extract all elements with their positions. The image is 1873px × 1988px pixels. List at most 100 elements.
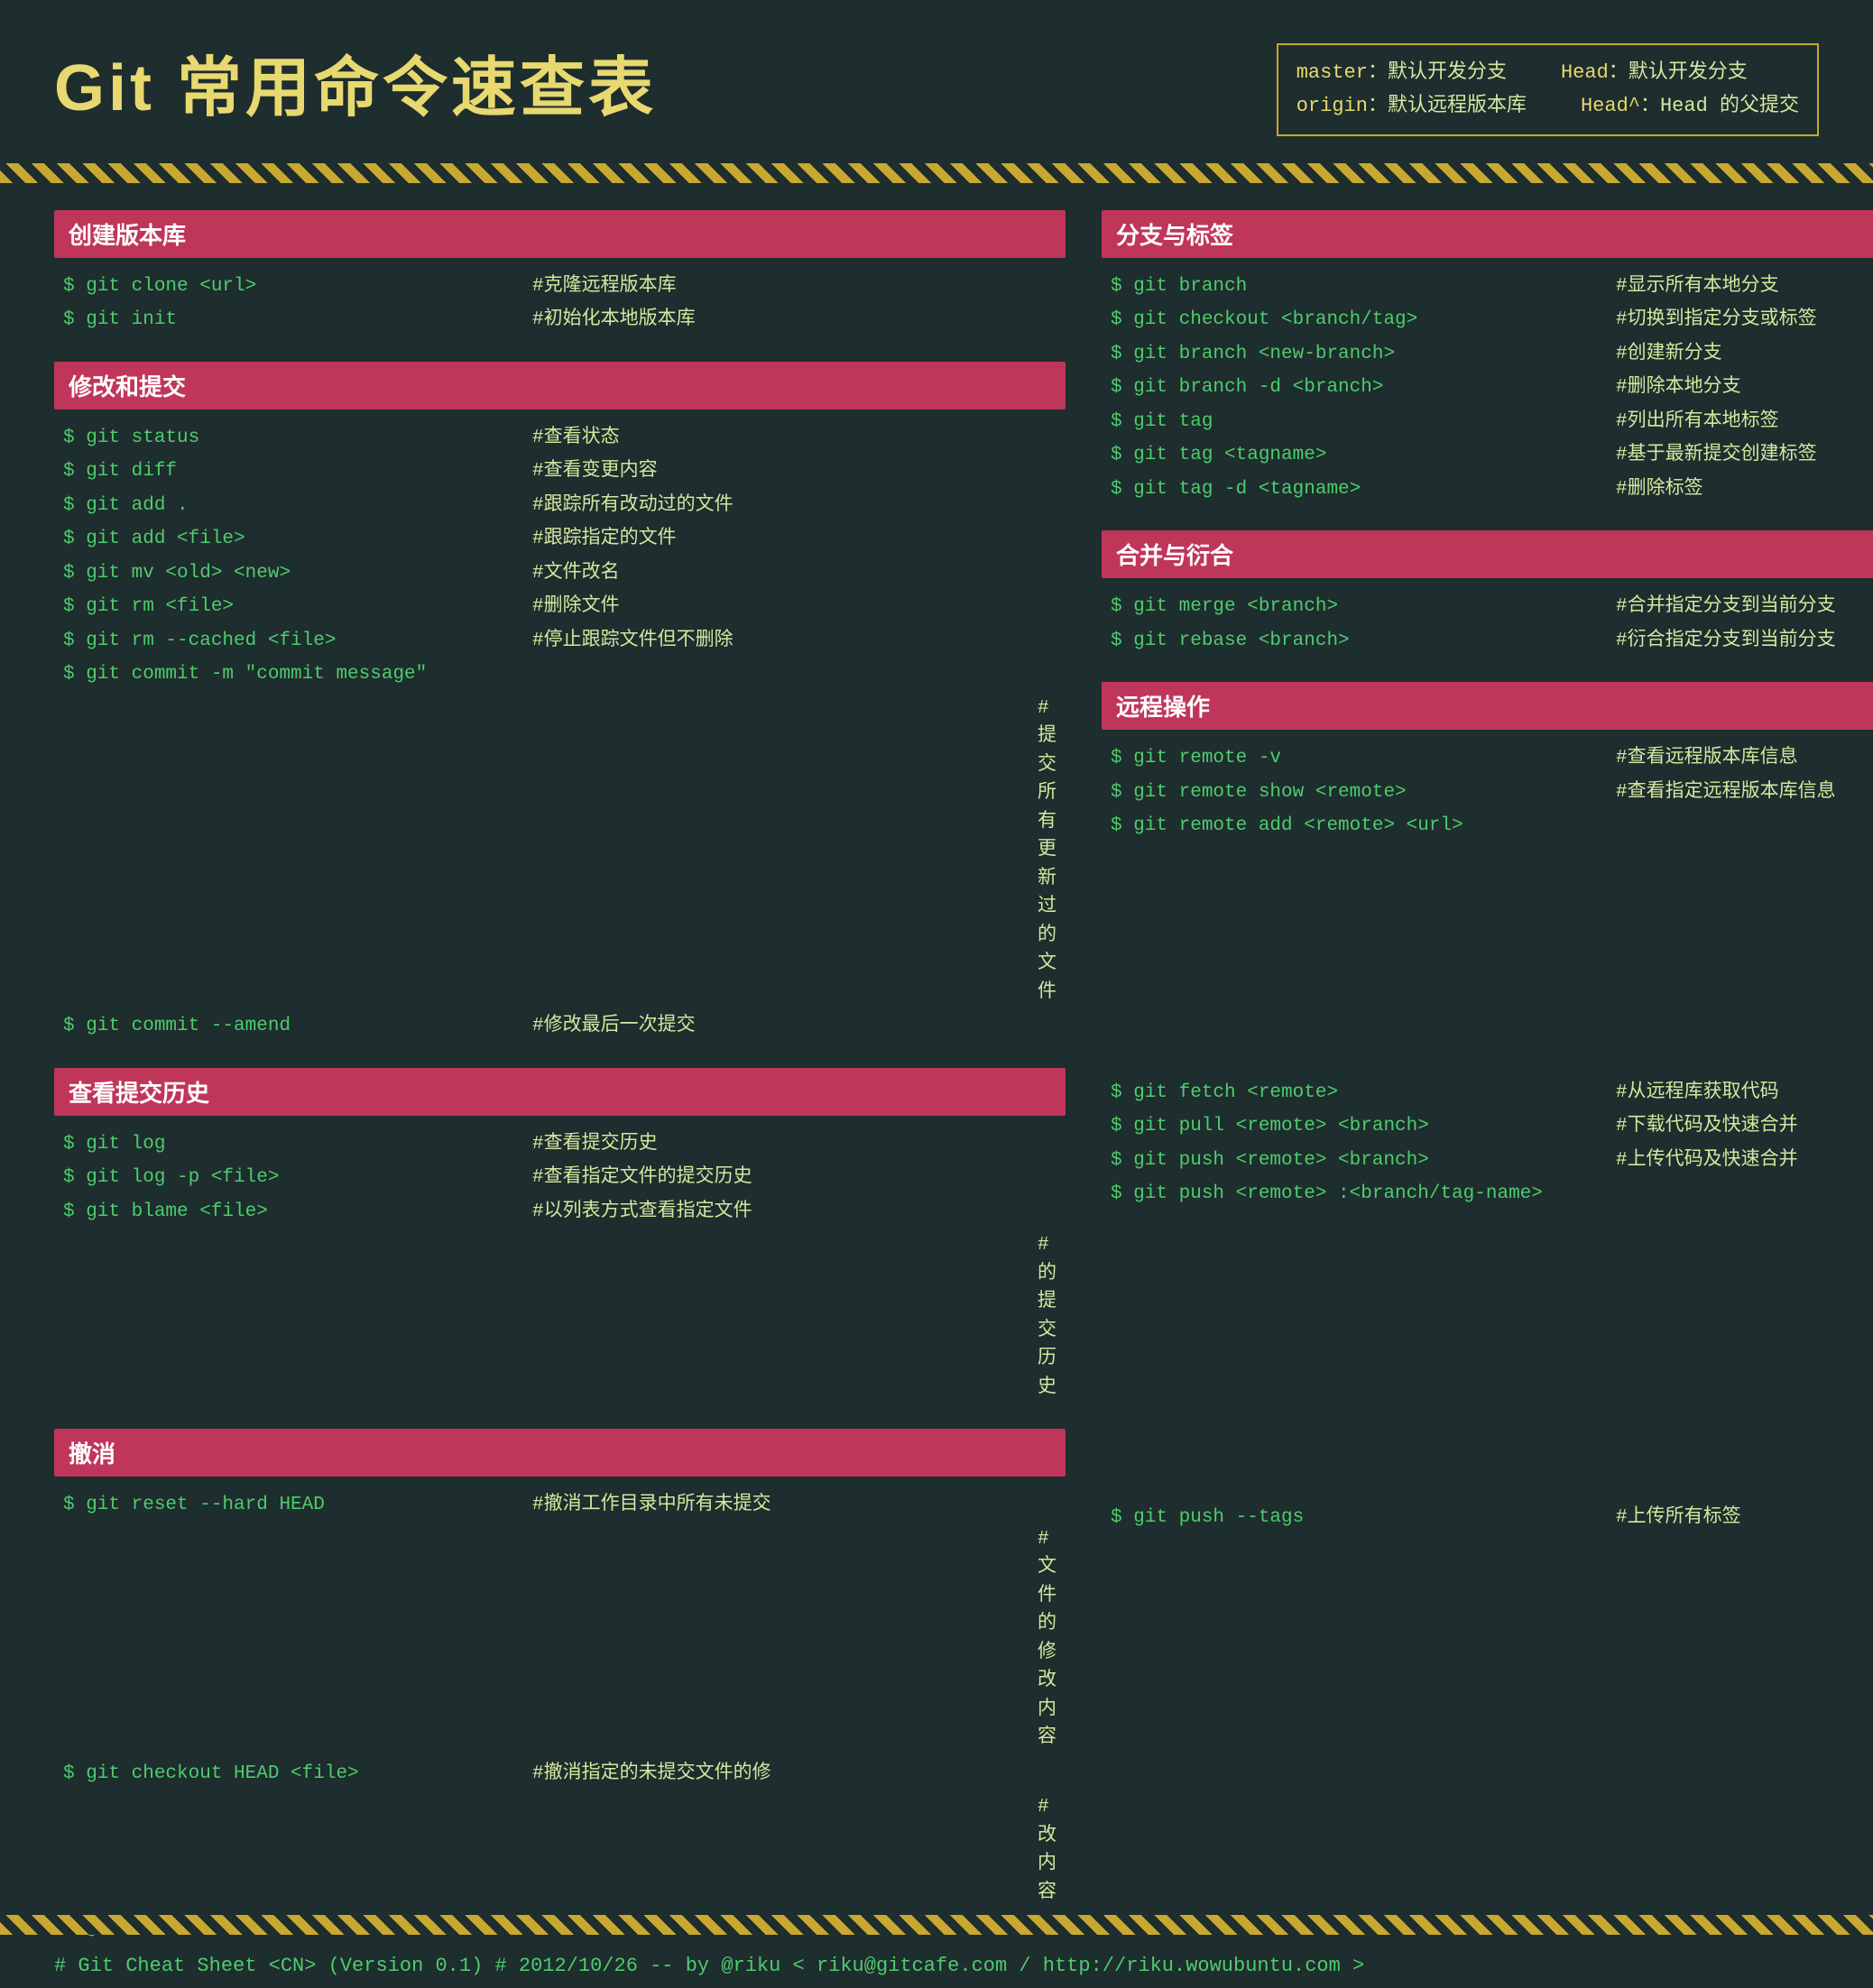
cmd-clone: $ git clone <url> #克隆远程版本库 [63, 272, 1056, 301]
legend-row-2: origin：默认远程版本库 Head^：Head 的父提交 [1296, 89, 1799, 123]
cmd-push-del-cont-spacer [1111, 1214, 1616, 1498]
cmd-reset-text: $ git reset --hard HEAD [63, 1491, 532, 1520]
top-stripe-divider [0, 163, 1873, 183]
cmd-add-file: $ git add <file> #跟踪指定的文件 [63, 525, 1056, 554]
cmd-pull-text: $ git pull <remote> <branch> [1111, 1112, 1616, 1141]
cmd-push-tags-comment: #上传所有标签 [1616, 1504, 1741, 1532]
section-branch-header: 分支与标签 [1102, 210, 1873, 258]
cmd-pull: $ git pull <remote> <branch> #下载代码及快速合并 [1111, 1112, 1873, 1141]
cmd-checkout-branch-text: $ git checkout <branch/tag> [1111, 306, 1616, 335]
cmd-remote-v-comment: #查看远程版本库信息 [1616, 744, 1798, 773]
cmd-branch-comment: #显示所有本地分支 [1616, 272, 1779, 301]
cmd-reset-cont-spacer [63, 1525, 532, 1753]
cmd-checkout-head-comment: #撤消指定的未提交文件的修 [532, 1760, 771, 1789]
section-branch: 分支与标签 $ git branch #显示所有本地分支 $ git check… [1102, 210, 1873, 504]
cmd-commit-m-comment-spacer [63, 695, 532, 1008]
section-branch-content: $ git branch #显示所有本地分支 $ git checkout <b… [1102, 272, 1873, 504]
cmd-init-comment: #初始化本地版本库 [532, 306, 696, 335]
section-modify-header: 修改和提交 [54, 362, 1066, 410]
cmd-tag-name-text: $ git tag <tagname> [1111, 441, 1616, 470]
cmd-rm-cached-text: $ git rm --cached <file> [63, 627, 532, 656]
cmd-checkout-head-text: $ git checkout HEAD <file> [63, 1760, 532, 1789]
right-column: 分支与标签 $ git branch #显示所有本地分支 $ git check… [1084, 210, 1873, 1970]
page-container: Git 常用命令速查表 master：默认开发分支 Head：默认开发分支 or… [0, 0, 1873, 1988]
cmd-clone-comment: #克隆远程版本库 [532, 272, 677, 301]
section-undo-header: 撤消 [54, 1429, 1066, 1477]
cmd-add-file-text: $ git add <file> [63, 525, 532, 554]
cmd-tag-comment: #列出所有本地标签 [1616, 408, 1779, 437]
cmd-mv: $ git mv <old> <new> #文件改名 [63, 559, 1056, 588]
cmd-diff-text: $ git diff [63, 457, 532, 486]
cmd-blame-comment: #以列表方式查看指定文件 [532, 1198, 752, 1227]
cmd-push: $ git push <remote> <branch> #上传代码及快速合并 [1111, 1146, 1873, 1175]
legend-row-1: master：默认开发分支 Head：默认开发分支 [1296, 56, 1799, 89]
cmd-merge-comment: #合并指定分支到当前分支 [1616, 593, 1836, 621]
cmd-remote-show-comment: #查看指定远程版本库信息 [1616, 778, 1836, 807]
cmd-branch-d-comment: #删除本地分支 [1616, 373, 1741, 402]
cmd-reset: $ git reset --hard HEAD #撤消工作目录中所有未提交 [63, 1491, 1056, 1520]
cmd-branch-new: $ git branch <new-branch> #创建新分支 [1111, 340, 1873, 369]
cmd-commit-m-text: $ git commit -m "commit message" [63, 660, 532, 689]
cmd-init-text: $ git init [63, 306, 532, 335]
legend-head-key: Head：默认开发分支 [1561, 56, 1748, 89]
page-title: Git 常用命令速查表 [54, 34, 657, 129]
cmd-commit-amend-comment: #修改最后一次提交 [532, 1012, 696, 1041]
cmd-rebase: $ git rebase <branch> #衍合指定分支到当前分支 [1111, 627, 1873, 656]
cmd-reset-comment: #撤消工作目录中所有未提交 [532, 1491, 771, 1520]
cmd-branch: $ git branch #显示所有本地分支 [1111, 272, 1873, 301]
cmd-checkout-head: $ git checkout HEAD <file> #撤消指定的未提交文件的修 [63, 1760, 1056, 1789]
cmd-commit-m-comment-text: #提交所有更新过的文件 [532, 695, 1056, 1008]
cmd-rm-cached: $ git rm --cached <file> #停止跟踪文件但不删除 [63, 627, 1056, 656]
cmd-log: $ git log #查看提交历史 [63, 1130, 1056, 1159]
cmd-commit-amend-text: $ git commit --amend [63, 1012, 532, 1041]
cmd-commit-m: $ git commit -m "commit message" [63, 660, 1056, 689]
section-create: 创建版本库 $ git clone <url> #克隆远程版本库 $ git i… [54, 210, 1066, 335]
cmd-mv-comment: #文件改名 [532, 559, 620, 588]
section-modify-content: $ git status #查看状态 $ git diff #查看变更内容 $ … [54, 424, 1066, 1041]
cmd-log-p-comment: #查看指定文件的提交历史 [532, 1164, 752, 1192]
cmd-diff: $ git diff #查看变更内容 [63, 457, 1056, 486]
cmd-tag-d-comment: #删除标签 [1616, 475, 1703, 504]
cmd-tag-name: $ git tag <tagname> #基于最新提交创建标签 [1111, 441, 1873, 470]
cmd-remote-add-text: $ git remote add <remote> <url> [1111, 812, 1616, 841]
cmd-branch-d: $ git branch -d <branch> #删除本地分支 [1111, 373, 1873, 402]
cmd-push-del-text: $ git push <remote> :<branch/tag-name> [1111, 1180, 1616, 1209]
cmd-remote-add-cont-comment: #添加远程版本库 [1616, 846, 1873, 1073]
section-create-header: 创建版本库 [54, 210, 1066, 258]
cmd-rm-comment: #删除文件 [532, 593, 620, 621]
cmd-remote-v: $ git remote -v #查看远程版本库信息 [1111, 744, 1873, 773]
section-remote-header: 远程操作 [1102, 682, 1873, 730]
cmd-log-p-text: $ git log -p <file> [63, 1164, 532, 1192]
section-merge: 合并与衍合 $ git merge <branch> #合并指定分支到当前分支 … [1102, 530, 1873, 655]
cmd-checkout-branch: $ git checkout <branch/tag> #切换到指定分支或标签 [1111, 306, 1873, 335]
cmd-checkout-branch-comment: #切换到指定分支或标签 [1616, 306, 1817, 335]
cmd-branch-d-text: $ git branch -d <branch> [1111, 373, 1616, 402]
cmd-push-tags: $ git push --tags #上传所有标签 [1111, 1504, 1873, 1532]
cmd-rm-text: $ git rm <file> [63, 593, 532, 621]
cmd-pull-comment: #下载代码及快速合并 [1616, 1112, 1798, 1141]
content-area: 创建版本库 $ git clone <url> #克隆远程版本库 $ git i… [0, 192, 1873, 1988]
cmd-tag-text: $ git tag [1111, 408, 1616, 437]
section-log-header: 查看提交历史 [54, 1068, 1066, 1116]
cmd-merge: $ git merge <branch> #合并指定分支到当前分支 [1111, 593, 1873, 621]
cmd-fetch: $ git fetch <remote> #从远程库获取代码 [1111, 1079, 1873, 1108]
cmd-blame-cont: #的提交历史 [63, 1231, 1056, 1402]
cmd-merge-text: $ git merge <branch> [1111, 593, 1616, 621]
footer-text: # Git Cheat Sheet <CN> (Version 0.1) # 2… [0, 1944, 1873, 1988]
cmd-add-file-comment: #跟踪指定的文件 [532, 525, 677, 554]
cmd-tag-d-text: $ git tag -d <tagname> [1111, 475, 1616, 504]
cmd-tag-name-comment: #基于最新提交创建标签 [1616, 441, 1817, 470]
cmd-push-text: $ git push <remote> <branch> [1111, 1146, 1616, 1175]
cmd-remote-v-text: $ git remote -v [1111, 744, 1616, 773]
header: Git 常用命令速查表 master：默认开发分支 Head：默认开发分支 or… [0, 0, 1873, 154]
section-log-content: $ git log #查看提交历史 $ git log -p <file> #查… [54, 1130, 1066, 1403]
cmd-blame-cont-spacer [63, 1231, 532, 1402]
cmd-init: $ git init #初始化本地版本库 [63, 306, 1056, 335]
cmd-checkout-head-cont-comment: #改内容 [532, 1793, 1056, 1907]
cmd-commit-m-comment-line: #提交所有更新过的文件 [63, 695, 1056, 1008]
section-modify: 修改和提交 $ git status #查看状态 $ git diff #查看变… [54, 362, 1066, 1041]
cmd-status: $ git status #查看状态 [63, 424, 1056, 453]
legend-box: master：默认开发分支 Head：默认开发分支 origin：默认远程版本库… [1277, 43, 1819, 136]
cmd-log-text: $ git log [63, 1130, 532, 1159]
footer-area: # Git Cheat Sheet <CN> (Version 0.1) # 2… [0, 1906, 1873, 1988]
